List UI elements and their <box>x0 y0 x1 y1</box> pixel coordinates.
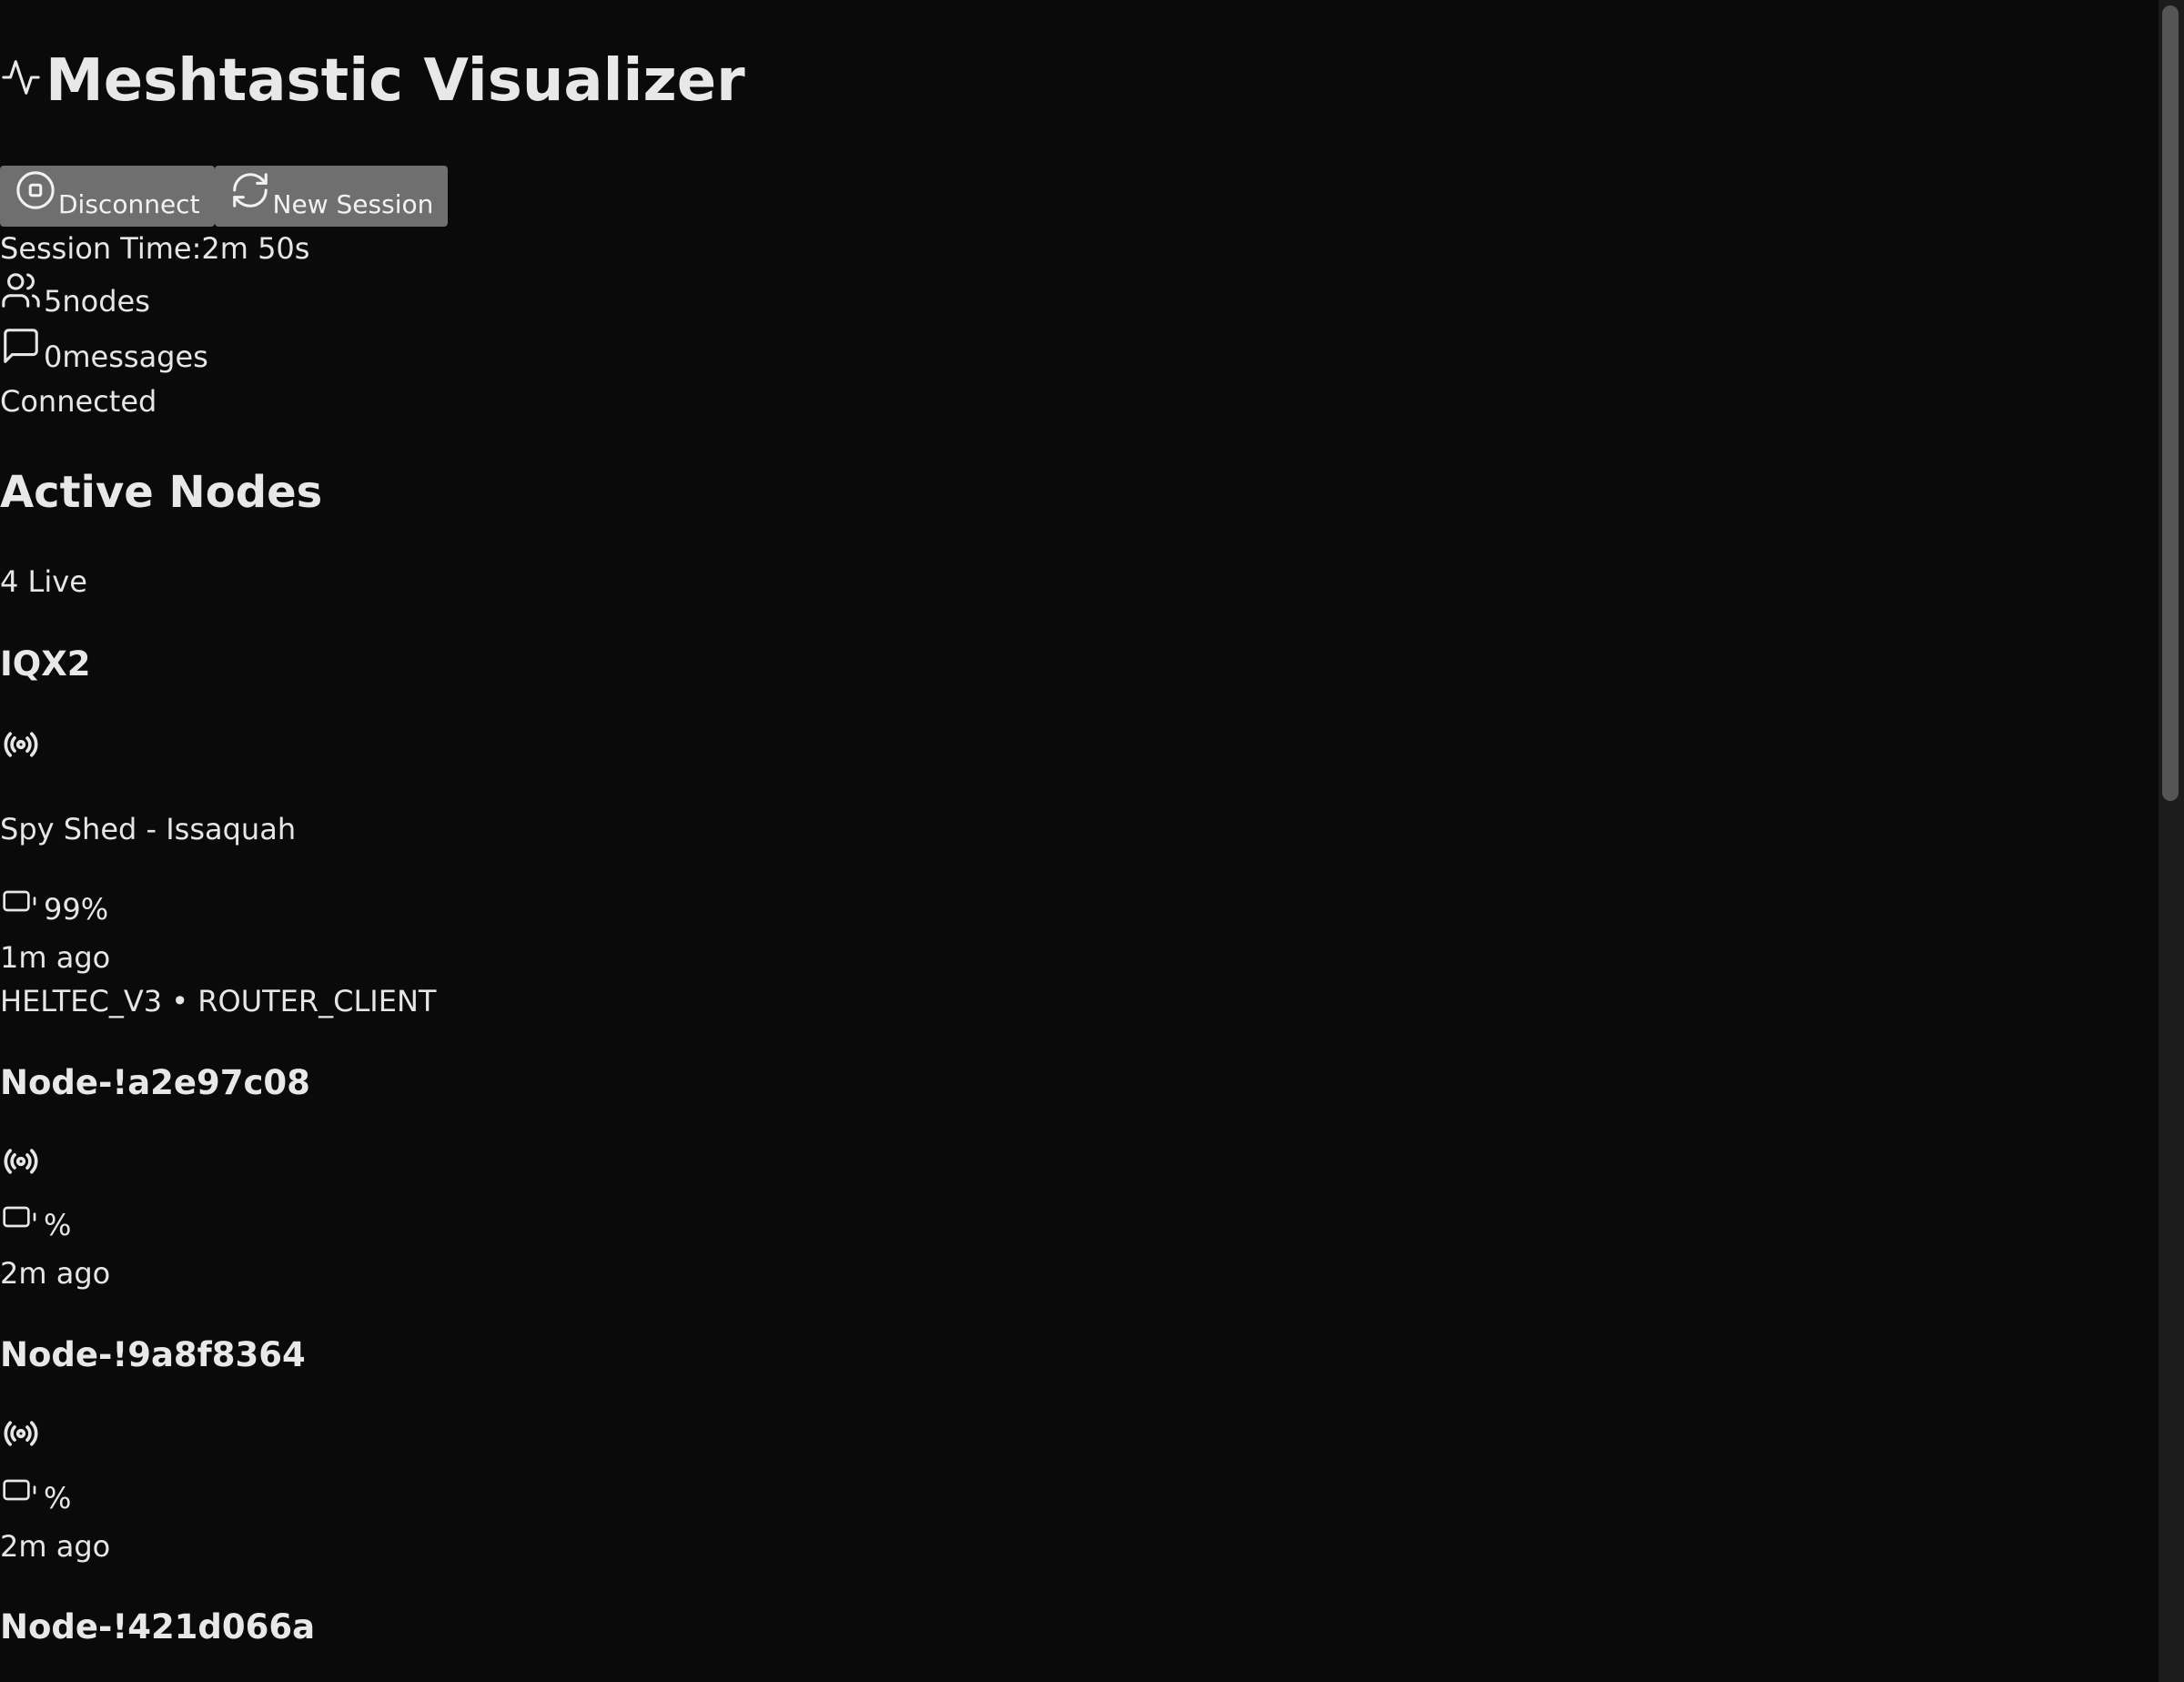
messages-unit: messages <box>62 339 208 374</box>
message-square-icon <box>0 325 42 374</box>
node-hardware: HELTEC_V3 • ROUTER_CLIENT <box>0 984 437 1018</box>
live-count: 4 Live <box>0 564 87 599</box>
active-nodes-heading: Active Nodes <box>0 467 323 518</box>
session-time: Session Time:2m 50s <box>0 231 309 266</box>
disconnect-label: Disconnect <box>58 189 200 219</box>
node-battery-row: 99% <box>0 883 108 927</box>
messages-count: 0 <box>44 339 63 374</box>
node-battery: % <box>44 1481 72 1515</box>
nodes-count: 5 <box>44 284 63 319</box>
node-last-seen: 2m ago <box>0 1256 111 1291</box>
app-title-text: Meshtastic Visualizer <box>46 47 745 115</box>
stop-circle-icon <box>15 169 56 219</box>
page-title: Meshtastic Visualizer <box>0 47 745 115</box>
disconnect-button[interactable]: Disconnect <box>0 166 215 227</box>
battery-icon <box>0 883 42 927</box>
new-session-label: New Session <box>272 189 434 219</box>
radio-icon <box>0 1143 42 1183</box>
refresh-icon <box>229 169 271 219</box>
node-name[interactable]: IQX2 <box>0 644 91 684</box>
users-icon <box>0 269 42 319</box>
node-name[interactable]: Node-!421d066a <box>0 1607 315 1647</box>
node-last-seen: 1m ago <box>0 940 111 975</box>
scrollbar-thumb[interactable] <box>2162 5 2179 801</box>
node-battery: % <box>44 1208 72 1242</box>
node-name[interactable]: Node-!9a8f8364 <box>0 1335 306 1374</box>
node-name[interactable]: Node-!a2e97c08 <box>0 1063 310 1102</box>
messages-count-row: 0messages <box>0 325 208 374</box>
battery-icon <box>0 1472 42 1515</box>
activity-icon <box>0 47 42 115</box>
session-time-value: 2m 50s <box>201 231 310 266</box>
node-last-seen: 2m ago <box>0 1529 111 1564</box>
node-battery-row: % <box>0 1199 71 1242</box>
nodes-unit: nodes <box>62 284 150 319</box>
node-battery: 99% <box>44 892 109 927</box>
node-battery-row: % <box>0 1472 71 1515</box>
session-time-label: Session Time: <box>0 231 202 266</box>
connection-status: Connected <box>0 384 157 419</box>
session-controls: Disconnect New Session <box>0 166 449 227</box>
battery-icon <box>0 1199 42 1242</box>
radio-icon <box>0 726 42 766</box>
radio-icon <box>0 1415 42 1455</box>
main-page: Meshtastic Visualizer Disconnect New Ses… <box>0 0 2159 1682</box>
nodes-count-row: 5nodes <box>0 269 150 319</box>
new-session-button[interactable]: New Session <box>214 166 449 227</box>
node-description: Spy Shed - Issaquah <box>0 812 297 846</box>
